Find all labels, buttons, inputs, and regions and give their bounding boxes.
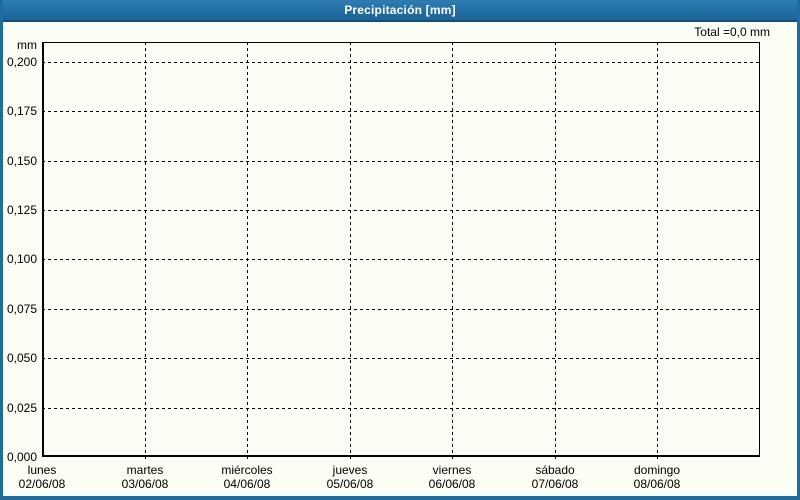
chart-window: Precipitación [mm] Total =0,0 mm mm 0,20…	[0, 0, 800, 500]
y-tick-label: 0,075	[6, 302, 37, 316]
y-tick-label: 0,100	[6, 252, 37, 266]
x-tick-label: martes 03/06/08	[122, 463, 169, 491]
x-tick-label: lunes 02/06/08	[19, 463, 66, 491]
x-tick-date: 07/06/08	[531, 477, 579, 491]
y-tick-label: 0,175	[6, 104, 37, 118]
plot-area	[42, 42, 760, 457]
y-tick-label: 0,025	[6, 401, 37, 415]
x-tick-day: martes	[126, 463, 164, 477]
y-tick-label: 0,150	[6, 154, 37, 168]
x-tick-label: domingo 08/06/08	[634, 463, 681, 491]
y-tick-label: 0,050	[6, 351, 37, 365]
y-tick-label: 0,200	[6, 55, 37, 69]
x-tick-date: 04/06/08	[223, 477, 271, 491]
y-tick-label: 0,125	[6, 203, 37, 217]
x-tick-date: 05/06/08	[326, 477, 374, 491]
x-tick-label: sábado 07/06/08	[532, 463, 579, 491]
x-tick-day: viernes	[432, 463, 472, 477]
x-tick-label: jueves 05/06/08	[327, 463, 374, 491]
x-tick-day: sábado	[535, 463, 575, 477]
x-tick-date: 02/06/08	[18, 477, 66, 491]
x-tick-date: 08/06/08	[633, 477, 681, 491]
x-tick-day: miércoles	[221, 463, 273, 477]
x-tick-day: jueves	[332, 463, 368, 477]
x-tick-label: miércoles 04/06/08	[221, 463, 272, 491]
x-tick-label: viernes 06/06/08	[429, 463, 476, 491]
x-tick-date: 06/06/08	[428, 477, 476, 491]
x-tick-day: lunes	[27, 463, 57, 477]
x-tick-date: 03/06/08	[121, 477, 169, 491]
x-tick-day: domingo	[633, 463, 681, 477]
